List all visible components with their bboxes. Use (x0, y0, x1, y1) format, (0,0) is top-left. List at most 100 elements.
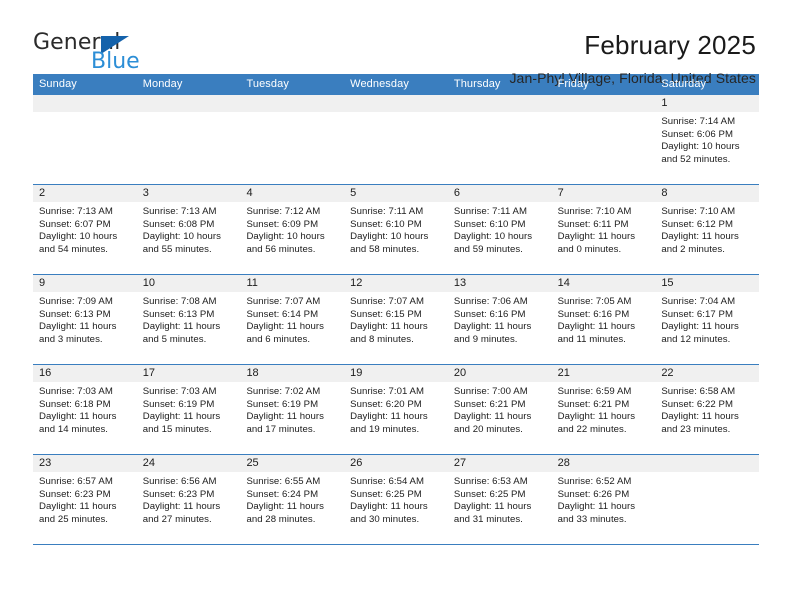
day-cell[interactable]: 9 Sunrise: 7:09 AM Sunset: 6:13 PM Dayli… (33, 275, 137, 364)
day-details: Sunrise: 6:56 AM Sunset: 6:23 PM Dayligh… (137, 472, 241, 526)
weekday-saturday: Saturday (661, 78, 707, 90)
daylight-text-line2: and 27 minutes. (142, 513, 212, 525)
day-cell[interactable]: 6 Sunrise: 7:11 AM Sunset: 6:10 PM Dayli… (447, 185, 552, 274)
daylight-text-line1: Daylight: 10 hours (453, 231, 533, 243)
day-details: Sunrise: 7:09 AM Sunset: 6:13 PM Dayligh… (33, 292, 137, 346)
day-number: 13 (447, 275, 552, 292)
day-cell[interactable]: 22 Sunrise: 6:58 AM Sunset: 6:22 PM Dayl… (655, 365, 760, 454)
weekday-thursday: Thursday (453, 78, 501, 90)
day-cell[interactable]: 15 Sunrise: 7:04 AM Sunset: 6:17 PM Dayl… (655, 275, 760, 364)
sunset-text: Sunset: 6:18 PM (39, 398, 111, 410)
daylight-text-line1: Daylight: 11 hours (557, 321, 636, 333)
day-cell[interactable]: 28 Sunrise: 6:52 AM Sunset: 6:26 PM Dayl… (551, 455, 656, 544)
day-cell[interactable]: 19 Sunrise: 7:01 AM Sunset: 6:20 PM Dayl… (344, 365, 448, 454)
sunrise-text: Sunrise: 6:54 AM (350, 476, 425, 487)
day-details: Sunrise: 7:10 AM Sunset: 6:12 PM Dayligh… (655, 202, 759, 256)
sunset-text: Sunset: 6:22 PM (661, 398, 733, 410)
daylight-text-line1: Daylight: 10 hours (350, 231, 429, 243)
sunset-text: Sunset: 6:15 PM (350, 308, 422, 320)
sunrise-text: Sunrise: 7:13 AM (142, 206, 217, 217)
sunrise-text: Sunrise: 7:10 AM (661, 206, 736, 217)
day-number: 12 (344, 275, 448, 292)
day-cell[interactable]: 8 Sunrise: 7:10 AM Sunset: 6:12 PM Dayli… (655, 185, 760, 274)
sunset-text: Sunset: 6:23 PM (39, 488, 111, 500)
sunset-text: Sunset: 6:16 PM (557, 308, 630, 320)
sunset-text: Sunset: 6:19 PM (142, 398, 215, 410)
day-cell[interactable]: 12 Sunrise: 7:07 AM Sunset: 6:15 PM Dayl… (344, 275, 448, 364)
day-number (136, 95, 241, 112)
sunset-text: Sunset: 6:07 PM (39, 218, 111, 230)
day-cell[interactable]: 2 Sunrise: 7:13 AM Sunset: 6:07 PM Dayli… (33, 185, 137, 274)
daylight-text-line2: and 11 minutes. (557, 333, 626, 345)
day-cell[interactable]: 7 Sunrise: 7:10 AM Sunset: 6:11 PM Dayli… (551, 185, 656, 274)
sunset-text: Sunset: 6:09 PM (246, 218, 319, 230)
sunset-text: Sunset: 6:12 PM (661, 218, 733, 230)
day-details: Sunrise: 7:11 AM Sunset: 6:10 PM Dayligh… (344, 202, 448, 256)
sunrise-text: Sunrise: 7:00 AM (453, 386, 528, 397)
sunrise-text: Sunrise: 7:11 AM (453, 206, 528, 217)
day-cell[interactable]: 23 Sunrise: 6:57 AM Sunset: 6:23 PM Dayl… (33, 455, 137, 544)
day-cell[interactable]: 20 Sunrise: 7:00 AM Sunset: 6:21 PM Dayl… (447, 365, 552, 454)
sunrise-text: Sunrise: 7:13 AM (39, 206, 113, 217)
daylight-text-line2: and 19 minutes. (350, 423, 420, 435)
daylight-text-line1: Daylight: 11 hours (350, 501, 428, 513)
day-details: Sunrise: 6:53 AM Sunset: 6:25 PM Dayligh… (448, 472, 552, 526)
sunset-text: Sunset: 6:25 PM (350, 488, 422, 500)
daylight-text-line2: and 59 minutes. (453, 243, 523, 255)
day-details: Sunrise: 7:13 AM Sunset: 6:08 PM Dayligh… (137, 202, 241, 256)
sunset-text: Sunset: 6:14 PM (246, 308, 319, 320)
sunrise-text: Sunrise: 6:52 AM (557, 476, 632, 487)
day-cell (655, 455, 760, 544)
day-cell[interactable]: 16 Sunrise: 7:03 AM Sunset: 6:18 PM Dayl… (33, 365, 137, 454)
sunset-text: Sunset: 6:08 PM (142, 218, 215, 230)
calendar-page: General Blue February 2025 Jan-Phyl Vill… (0, 0, 792, 612)
day-cell[interactable]: 3 Sunrise: 7:13 AM Sunset: 6:08 PM Dayli… (136, 185, 241, 274)
day-cell[interactable]: 10 Sunrise: 7:08 AM Sunset: 6:13 PM Dayl… (136, 275, 241, 364)
day-number: 21 (551, 365, 656, 382)
daylight-text-line1: Daylight: 11 hours (661, 321, 739, 333)
daylight-text-line1: Daylight: 11 hours (453, 411, 532, 423)
day-number: 10 (136, 275, 241, 292)
daylight-text-line2: and 25 minutes. (39, 513, 109, 525)
sunrise-text: Sunrise: 7:03 AM (142, 386, 217, 397)
day-cell[interactable]: 27 Sunrise: 6:53 AM Sunset: 6:25 PM Dayl… (447, 455, 552, 544)
day-cell[interactable]: 5 Sunrise: 7:11 AM Sunset: 6:10 PM Dayli… (344, 185, 448, 274)
day-details: Sunrise: 7:08 AM Sunset: 6:13 PM Dayligh… (137, 292, 241, 346)
day-details: Sunrise: 7:14 AM Sunset: 6:06 PM Dayligh… (655, 112, 759, 166)
day-details: Sunrise: 7:02 AM Sunset: 6:19 PM Dayligh… (240, 382, 344, 436)
sunrise-text: Sunrise: 6:59 AM (557, 386, 632, 397)
day-details: Sunrise: 6:54 AM Sunset: 6:25 PM Dayligh… (344, 472, 448, 526)
day-number: 24 (136, 455, 241, 472)
day-cell[interactable]: 18 Sunrise: 7:02 AM Sunset: 6:19 PM Dayl… (240, 365, 345, 454)
day-cell[interactable]: 26 Sunrise: 6:54 AM Sunset: 6:25 PM Dayl… (344, 455, 448, 544)
day-number: 6 (447, 185, 552, 202)
sunrise-text: Sunrise: 7:11 AM (350, 206, 424, 217)
day-cell[interactable]: 1 Sunrise: 7:14 AM Sunset: 6:06 PM Dayli… (655, 95, 760, 184)
daylight-text-line2: and 12 minutes. (661, 333, 731, 345)
daylight-text-line2: and 2 minutes. (661, 243, 725, 255)
daylight-text-line1: Daylight: 11 hours (246, 411, 324, 423)
sunrise-text: Sunrise: 7:12 AM (246, 206, 321, 217)
daylight-text-line2: and 6 minutes. (246, 333, 311, 345)
day-cell[interactable]: 21 Sunrise: 6:59 AM Sunset: 6:21 PM Dayl… (551, 365, 656, 454)
daylight-text-line1: Daylight: 11 hours (39, 501, 117, 513)
sunrise-text: Sunrise: 7:05 AM (557, 296, 632, 307)
day-cell[interactable]: 4 Sunrise: 7:12 AM Sunset: 6:09 PM Dayli… (240, 185, 345, 274)
daylight-text-line1: Daylight: 10 hours (661, 141, 740, 153)
day-cell[interactable]: 17 Sunrise: 7:03 AM Sunset: 6:19 PM Dayl… (136, 365, 241, 454)
daylight-text-line1: Daylight: 11 hours (246, 321, 324, 333)
daylight-text-line2: and 3 minutes. (39, 333, 103, 345)
day-number: 28 (551, 455, 656, 472)
daylight-text-line1: Daylight: 11 hours (142, 321, 221, 333)
day-cell[interactable]: 25 Sunrise: 6:55 AM Sunset: 6:24 PM Dayl… (240, 455, 345, 544)
day-cell[interactable]: 13 Sunrise: 7:06 AM Sunset: 6:16 PM Dayl… (447, 275, 552, 364)
generalblue-logo[interactable]: General Blue (33, 30, 143, 76)
day-cell[interactable]: 14 Sunrise: 7:05 AM Sunset: 6:16 PM Dayl… (551, 275, 656, 364)
daylight-text-line1: Daylight: 10 hours (246, 231, 325, 243)
day-cell[interactable]: 24 Sunrise: 6:56 AM Sunset: 6:23 PM Dayl… (136, 455, 241, 544)
day-cell[interactable]: 11 Sunrise: 7:07 AM Sunset: 6:14 PM Dayl… (240, 275, 345, 364)
day-number (655, 455, 760, 472)
sunset-text: Sunset: 6:26 PM (557, 488, 630, 500)
daylight-text-line2: and 52 minutes. (661, 153, 731, 165)
sunset-text: Sunset: 6:13 PM (39, 308, 111, 320)
